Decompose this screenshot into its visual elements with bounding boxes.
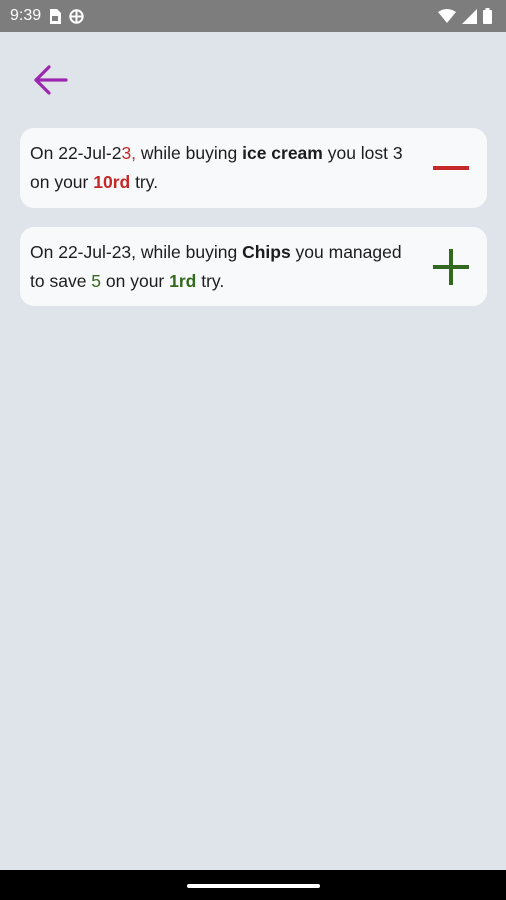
entry-date-tail: 3, [121,143,137,163]
home-indicator[interactable] [187,884,320,888]
wifi-icon [438,9,456,23]
entry-suffix: try. [130,172,159,192]
plus-button[interactable] [431,247,471,287]
entry-amount: 3 [392,143,403,163]
entry-text: On 22-Jul-23, while buying Chips you man… [30,238,417,296]
entry-mid: while buying [136,143,243,163]
entry-attempt: 10rd [93,172,131,192]
entry-attempt: 1rd [169,271,197,291]
back-button[interactable] [28,58,72,102]
entry-suffix: try. [196,271,225,291]
signal-icon [462,8,477,24]
status-bar: 9:39 [0,0,506,32]
status-time: 9:39 [10,7,42,24]
status-left: 9:39 [10,7,84,25]
entry-prefix: On 22-Jul-2 [30,143,122,163]
history-card-save[interactable]: On 22-Jul-23, while buying Chips you man… [20,227,487,306]
sim-card-icon [49,8,62,24]
minus-icon [433,150,469,186]
plus-icon [433,248,469,285]
entry-prefix: On 22-Jul-23, while buying [30,242,243,262]
status-right [438,8,492,24]
entry-item: ice cream [242,143,323,163]
entry-item: Chips [242,242,291,262]
vpn-globe-icon [69,8,84,24]
navigation-bar [0,870,506,900]
entry-text: On 22-Jul-23, while buying ice cream you… [30,139,417,197]
minus-button[interactable] [431,148,471,188]
entry-mid: on your [30,172,94,192]
arrow-left-icon [32,64,68,96]
battery-icon [483,8,492,24]
history-card-loss[interactable]: On 22-Jul-23, while buying ice cream you… [20,128,487,208]
entry-amount: 5 [91,271,102,291]
entry-mid: you lost [322,143,393,163]
entry-mid: on your [101,271,170,291]
